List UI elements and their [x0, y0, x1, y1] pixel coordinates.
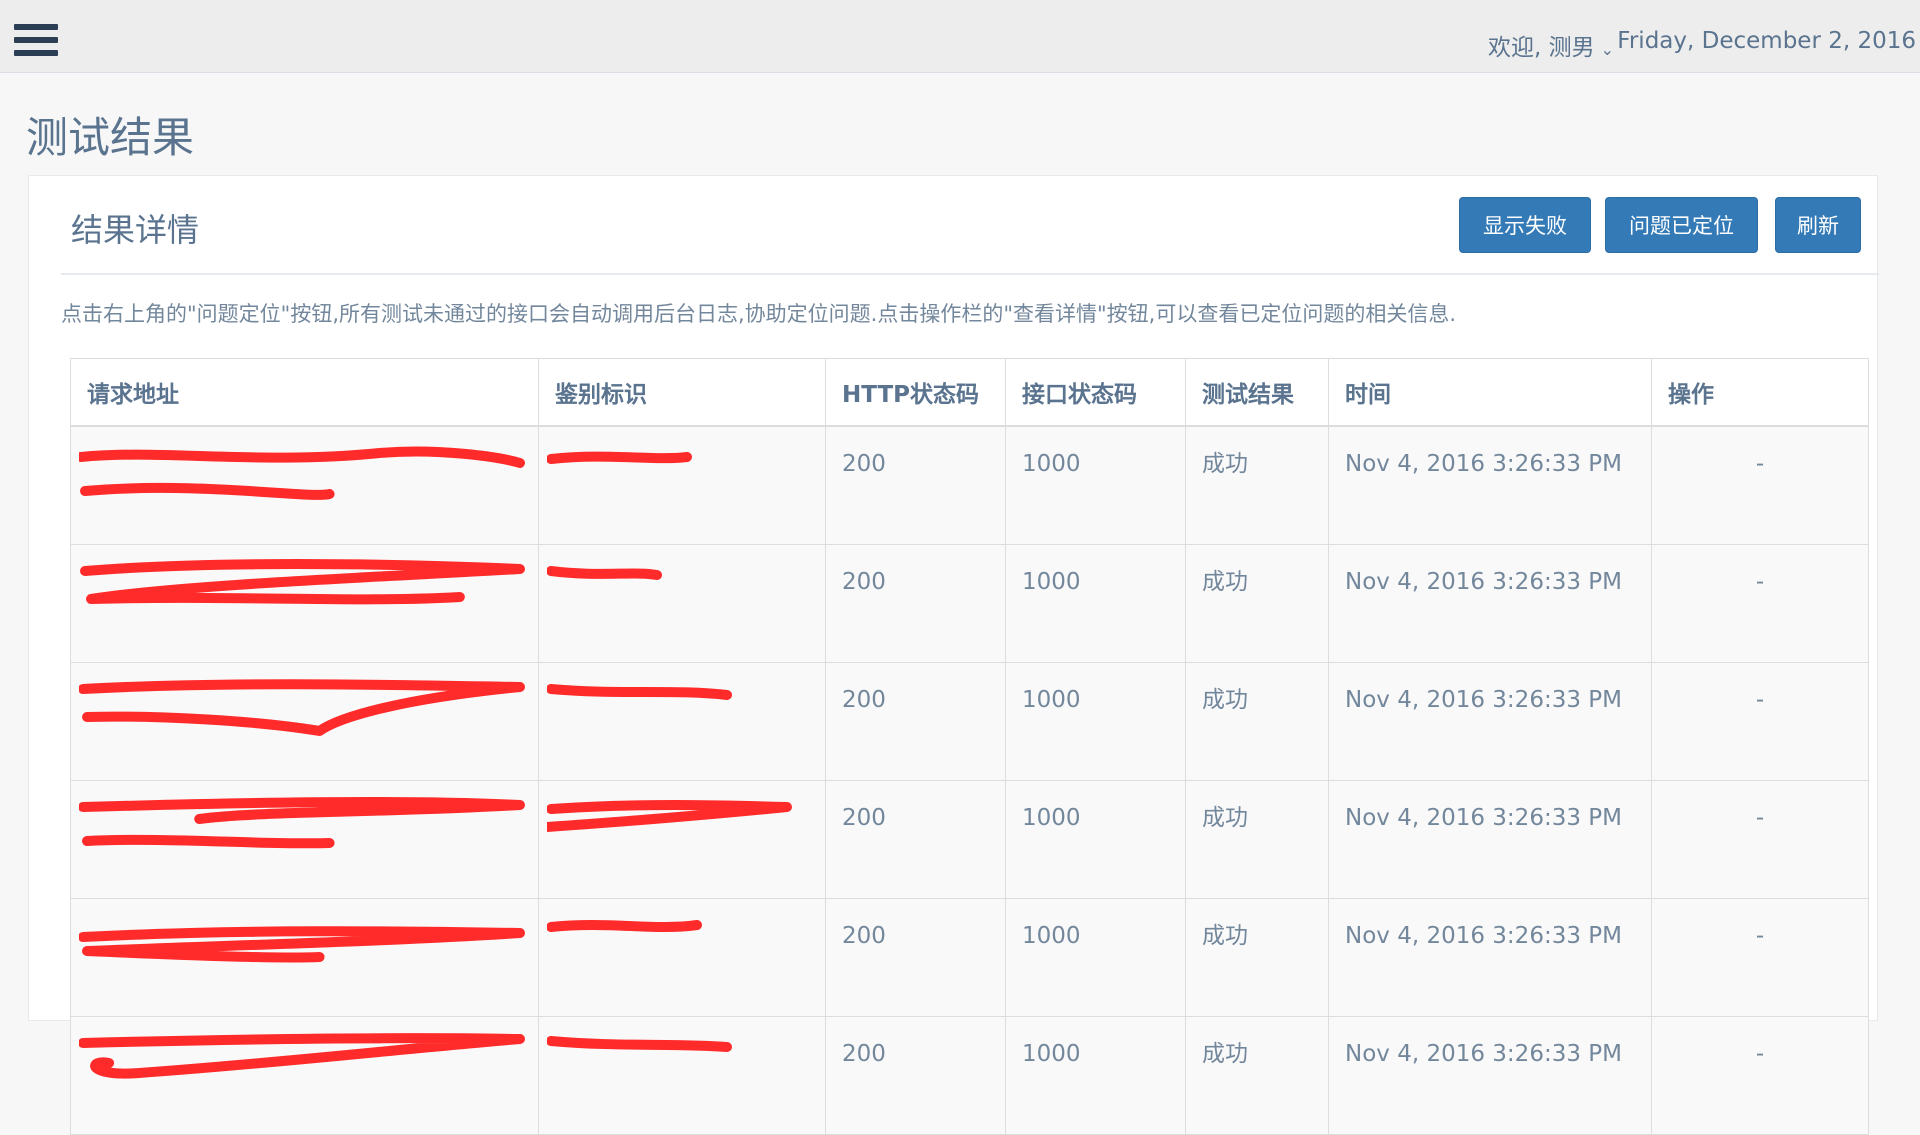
- time-cell: Nov 4, 2016 3:26:33 PM: [1328, 780, 1652, 899]
- http-status-cell: 200: [825, 425, 1006, 545]
- results-table: 请求地址 鉴别标识 HTTP状态码 接口状态码 测试结果 时间 操作 200 10…: [70, 358, 1869, 1135]
- http-status-cell: 200: [825, 544, 1006, 663]
- column-header-http-status[interactable]: HTTP状态码: [825, 358, 1006, 427]
- time-cell: Nov 4, 2016 3:26:33 PM: [1328, 1016, 1652, 1135]
- request-url-cell: [70, 662, 539, 781]
- top-navbar: 欢迎, 测男 ⌄ Friday, December 2, 2016: [0, 0, 1920, 73]
- redaction-scribble: [79, 679, 525, 736]
- redaction-scribble: [80, 559, 525, 605]
- operation-cell[interactable]: -: [1651, 1016, 1869, 1135]
- chevron-down-icon: ⌄: [1600, 40, 1614, 59]
- instruction-text: 点击右上角的"问题定位"按钮,所有测试未通过的接口会自动调用后台日志,协助定位问…: [61, 302, 1457, 326]
- test-result-cell: 成功: [1185, 662, 1329, 781]
- results-table-body: 200 1000 成功 Nov 4, 2016 3:26:33 PM -200 1000 成…: [70, 425, 1869, 1135]
- operation-cell[interactable]: -: [1651, 425, 1869, 545]
- current-date: Friday, December 2, 2016: [1617, 28, 1916, 54]
- issue-located-button[interactable]: 问题已定位: [1605, 197, 1758, 253]
- column-header-operation[interactable]: 操作: [1651, 358, 1869, 427]
- redaction-scribble: [547, 920, 702, 932]
- redaction-scribble: [79, 926, 525, 963]
- table-row: 200 1000 成功 Nov 4, 2016 3:26:33 PM -: [70, 662, 1869, 781]
- api-status-cell: 1000: [1005, 1016, 1186, 1135]
- api-status-cell: 1000: [1005, 898, 1186, 1017]
- redaction-scribble: [547, 800, 792, 832]
- user-welcome-label: 欢迎, 测男: [1487, 35, 1595, 61]
- identifier-cell: [538, 662, 826, 781]
- column-header-test-result[interactable]: 测试结果: [1185, 358, 1329, 427]
- table-row: 200 1000 成功 Nov 4, 2016 3:26:33 PM -: [70, 1016, 1869, 1135]
- test-result-cell: 成功: [1185, 780, 1329, 899]
- redaction-scribble: [79, 446, 525, 500]
- time-cell: Nov 4, 2016 3:26:33 PM: [1328, 544, 1652, 663]
- redaction-scribble: [547, 1036, 732, 1052]
- request-url-cell: [70, 544, 539, 663]
- column-header-request-url[interactable]: 请求地址: [70, 358, 539, 427]
- http-status-cell: 200: [825, 662, 1006, 781]
- operation-cell[interactable]: -: [1651, 544, 1869, 663]
- api-status-cell: 1000: [1005, 662, 1186, 781]
- api-status-cell: 1000: [1005, 544, 1186, 663]
- redaction-scribble: [547, 684, 732, 700]
- panel-divider: [61, 273, 1879, 275]
- refresh-button[interactable]: 刷新: [1775, 197, 1861, 253]
- redaction-scribble: [547, 566, 662, 580]
- show-failed-button[interactable]: 显示失败: [1459, 197, 1591, 253]
- table-row: 200 1000 成功 Nov 4, 2016 3:26:33 PM -: [70, 898, 1869, 1017]
- table-row: 200 1000 成功 Nov 4, 2016 3:26:33 PM -: [70, 425, 1869, 545]
- identifier-cell: [538, 898, 826, 1017]
- table-header-row: 请求地址 鉴别标识 HTTP状态码 接口状态码 测试结果 时间 操作: [70, 358, 1869, 427]
- http-status-cell: 200: [825, 780, 1006, 899]
- hamburger-menu-icon[interactable]: [14, 24, 58, 64]
- test-result-cell: 成功: [1185, 898, 1329, 1017]
- test-result-cell: 成功: [1185, 425, 1329, 545]
- operation-cell[interactable]: -: [1651, 898, 1869, 1017]
- request-url-cell: [70, 1016, 539, 1135]
- identifier-cell: [538, 544, 826, 663]
- redaction-scribble: [547, 451, 692, 464]
- time-cell: Nov 4, 2016 3:26:33 PM: [1328, 898, 1652, 1017]
- identifier-cell: [538, 425, 826, 545]
- time-cell: Nov 4, 2016 3:26:33 PM: [1328, 662, 1652, 781]
- request-url-cell: [70, 425, 539, 545]
- http-status-cell: 200: [825, 898, 1006, 1017]
- column-header-identifier[interactable]: 鉴别标识: [538, 358, 826, 427]
- page-title: 测试结果: [26, 113, 195, 162]
- panel-title: 结果详情: [71, 211, 200, 249]
- time-cell: Nov 4, 2016 3:26:33 PM: [1328, 425, 1652, 545]
- results-panel: 结果详情 显示失败 问题已定位 刷新 点击右上角的"问题定位"按钮,所有测试未通…: [28, 175, 1879, 1135]
- table-row: 200 1000 成功 Nov 4, 2016 3:26:33 PM -: [70, 544, 1869, 663]
- column-header-api-status[interactable]: 接口状态码: [1005, 358, 1186, 427]
- operation-cell[interactable]: -: [1651, 780, 1869, 899]
- api-status-cell: 1000: [1005, 780, 1186, 899]
- request-url-cell: [70, 780, 539, 899]
- test-result-cell: 成功: [1185, 1016, 1329, 1135]
- user-dropdown[interactable]: 欢迎, 测男 ⌄: [1488, 28, 1614, 62]
- column-header-time[interactable]: 时间: [1328, 358, 1652, 427]
- api-status-cell: 1000: [1005, 425, 1186, 545]
- operation-cell[interactable]: -: [1651, 662, 1869, 781]
- identifier-cell: [538, 1016, 826, 1135]
- redaction-scribble: [79, 1033, 525, 1079]
- redaction-scribble: [79, 796, 525, 849]
- identifier-cell: [538, 780, 826, 899]
- table-row: 200 1000 成功 Nov 4, 2016 3:26:33 PM -: [70, 780, 1869, 899]
- request-url-cell: [70, 898, 539, 1017]
- http-status-cell: 200: [825, 1016, 1006, 1135]
- test-result-cell: 成功: [1185, 544, 1329, 663]
